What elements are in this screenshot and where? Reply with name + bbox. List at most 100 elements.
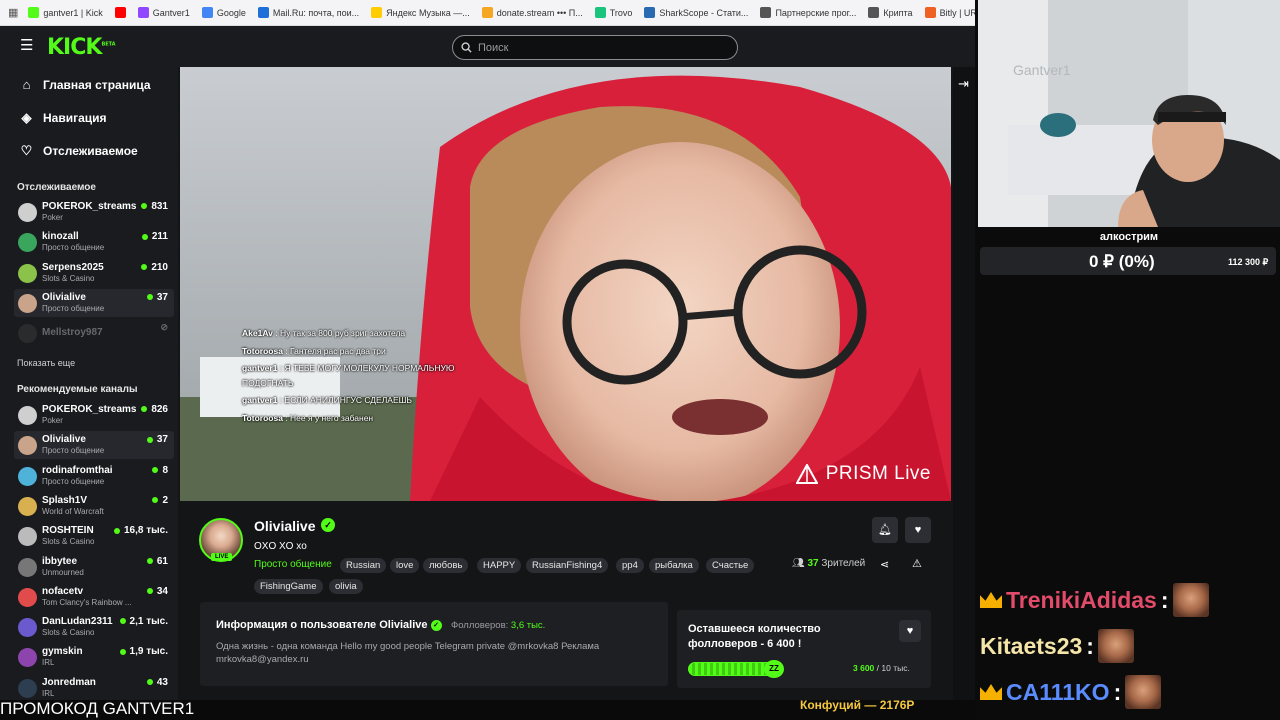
bookmark-item[interactable]: Крипта — [862, 7, 918, 18]
channel-name: Serpens2025 — [42, 261, 104, 273]
prism-logo-icon — [795, 464, 818, 484]
channel-avatar — [18, 557, 37, 577]
sidebar-channel-item[interactable]: Olivialive Просто общение 37 — [14, 431, 174, 460]
sidebar-channel-item[interactable]: Jonredman IRL 43 — [14, 674, 174, 702]
follow-button[interactable]: ♥ — [905, 517, 931, 543]
stream-tag[interactable]: FishingGame — [254, 579, 323, 594]
video-chat-line: Totoroosa : Нее я у него забанен — [242, 413, 374, 423]
bookmark-item[interactable]: Bitly | URL Shortene — [919, 7, 975, 18]
donor-separator: : — [1113, 678, 1122, 705]
donation-goal-title: алкострим — [1099, 231, 1159, 243]
sidebar-channel-item[interactable]: POKEROK_streams Poker 826 — [14, 401, 174, 429]
sidebar-channel-item[interactable]: Splash1V World of Warcraft 2 — [14, 492, 174, 520]
sidebar-channel-item[interactable]: ROSHTEIN Slots & Casino 16,8 тыс. — [14, 522, 174, 550]
donor-name: TrenikiAdidas — [1006, 586, 1157, 613]
share-icon[interactable]: ⋖ — [880, 558, 889, 571]
sidebar-channel-item[interactable]: kinozall Просто общение 211 — [14, 228, 174, 256]
menu-icon[interactable]: ☰ — [20, 38, 34, 53]
search-input[interactable]: Поиск — [452, 35, 738, 60]
stream-tag[interactable]: Russian — [340, 558, 387, 573]
nav-following[interactable]: ♡ Отслеживаемое — [20, 143, 138, 159]
channel-name: Splash1V — [42, 494, 88, 506]
bookmark-favicon-icon — [201, 7, 213, 18]
show-more-link[interactable]: Показать еще — [17, 358, 75, 368]
bookmark-favicon-icon — [114, 7, 126, 18]
stream-category[interactable]: Просто общение — [254, 559, 332, 570]
prism-live-watermark: PRISM Live — [795, 463, 931, 485]
chat-username: gantver1 — [242, 395, 278, 405]
channel-viewers: 831 — [141, 201, 168, 212]
sidebar-channel-item[interactable]: nofacetv Tom Clancy's Rainbow ... 34 — [14, 583, 174, 611]
notifications-button[interactable]: 🔔︎ — [872, 517, 898, 543]
chat-message: ПОДОГНАТЬ — [242, 378, 294, 388]
sidebar-channel-item[interactable]: Olivialive Просто общение 37 — [14, 288, 174, 317]
donor-emote-icon — [1125, 675, 1162, 709]
channel-viewers: 43 — [147, 677, 168, 688]
video-chat-line: gantver1 : ЕСЛИ АНИЛИНГУС СДЕЛАЕШЬ — [242, 395, 413, 405]
bookmark-item[interactable]: Google — [196, 7, 252, 18]
goal-follow-button[interactable]: ♥ — [899, 620, 921, 642]
stream-tag[interactable]: HAPPY — [477, 558, 522, 573]
nav-home[interactable]: ⌂ Главная страница — [20, 77, 151, 92]
kick-logo[interactable]: KICKBETA — [47, 35, 116, 60]
channel-category: Просто общение — [42, 303, 105, 313]
channel-name: POKEROK_streams — [42, 201, 137, 212]
video-player[interactable]: PRISM Live Ake1Av : Ну так за 800 руб зр… — [180, 67, 951, 501]
following-section-title: Отслеживаемое — [17, 182, 96, 193]
viewers-icon: 👥︎ — [792, 558, 805, 569]
donor-name: CA111KO — [1006, 678, 1110, 705]
nav-browse-label: Навигация — [43, 111, 107, 125]
bookmark-favicon-icon — [481, 7, 493, 18]
channel-category: IRL — [42, 658, 55, 668]
channel-category: Slots & Casino — [42, 628, 95, 638]
sidebar-channel-item[interactable]: DanLudan2311 Slots & Casino 2,1 тыс. — [14, 613, 174, 641]
sidebar-channel-item[interactable]: POKEROK_streams Poker 831 — [14, 198, 174, 226]
stream-tag[interactable]: RussianFishing4 — [526, 558, 609, 573]
bookmark-item[interactable]: Trovo — [589, 7, 639, 18]
stream-tag[interactable]: любовь — [423, 558, 469, 573]
stream-tag[interactable]: рыбалка — [649, 558, 699, 573]
bookmark-item[interactable]: Gantver1 — [132, 7, 196, 18]
channel-viewers: 2 — [152, 495, 168, 506]
sidebar-channel-item[interactable]: gymskin IRL 1,9 тыс. — [14, 643, 174, 671]
sidebar-channel-item[interactable]: ibbytee Unmourned 61 — [14, 553, 174, 581]
about-title: Информация о пользователе Olivialive ✓ — [216, 619, 442, 631]
channel-viewers: 61 — [147, 556, 168, 567]
expand-chat-icon[interactable]: ⇥ — [958, 76, 969, 92]
bookmark-favicon-icon — [137, 7, 149, 18]
bookmark-label: Gantver1 — [152, 7, 190, 18]
bookmark-label: Bitly | URL Shortene — [939, 7, 975, 18]
chat-username: Totoroosa — [242, 346, 283, 356]
channel-avatar — [18, 203, 37, 222]
channel-name: ROSHTEIN — [42, 525, 94, 537]
stream-tag[interactable]: love — [390, 558, 420, 573]
bookmark-item[interactable] — [109, 7, 132, 18]
stream-tag[interactable]: Счастье — [706, 558, 755, 573]
chat-username: gantver1 — [242, 363, 278, 373]
chat-message: Ну так за 800 руб зриг захотела — [279, 328, 406, 338]
bookmark-item[interactable]: Партнерские прог... — [754, 7, 862, 18]
report-icon[interactable]: ⚠ — [912, 557, 922, 570]
video-chat-line: gantver1 : Я ТЕБЕ МОГУ МОЛЕКУЛУ НОРМАЛЬН… — [242, 363, 455, 373]
bookmark-item[interactable]: donate.stream ••• П... — [476, 7, 589, 18]
bookmark-item[interactable]: gantver1 | Kick — [22, 7, 108, 18]
streamer-name[interactable]: Olivialive — [254, 518, 315, 534]
apps-grid-icon[interactable]: ▦ — [8, 6, 18, 19]
search-icon — [461, 42, 472, 53]
heart-icon: ♥ — [906, 625, 914, 637]
sidebar-channel-item[interactable]: Serpens2025 Slots & Casino 210 — [14, 259, 174, 287]
channel-avatar — [18, 406, 37, 425]
donation-ticker: Конфуций — 2176Р — [800, 698, 915, 712]
stream-tag[interactable]: olivia — [329, 579, 363, 594]
bookmark-item[interactable]: Mail.Ru: почта, пои... — [252, 7, 365, 18]
goal-title: Оставшееся количество фолловеров - 6 400… — [688, 623, 821, 650]
channel-category: Просто общение — [42, 243, 105, 253]
stream-tag[interactable]: pp4 — [616, 558, 644, 573]
sidebar-channel-item[interactable]: rodinafromthai Просто общение 8 — [14, 462, 174, 490]
channel-viewers: 1,9 тыс. — [120, 646, 168, 657]
bookmark-item[interactable]: SharkScope - Стати... — [638, 7, 754, 18]
nav-browse[interactable]: ◈ Навигация — [20, 110, 107, 126]
channel-avatar — [18, 466, 37, 486]
bookmark-item[interactable]: Яндекс Музыка —... — [365, 7, 476, 18]
sidebar-channel-item[interactable]: Mellstroy987 ⊘ — [14, 319, 174, 347]
